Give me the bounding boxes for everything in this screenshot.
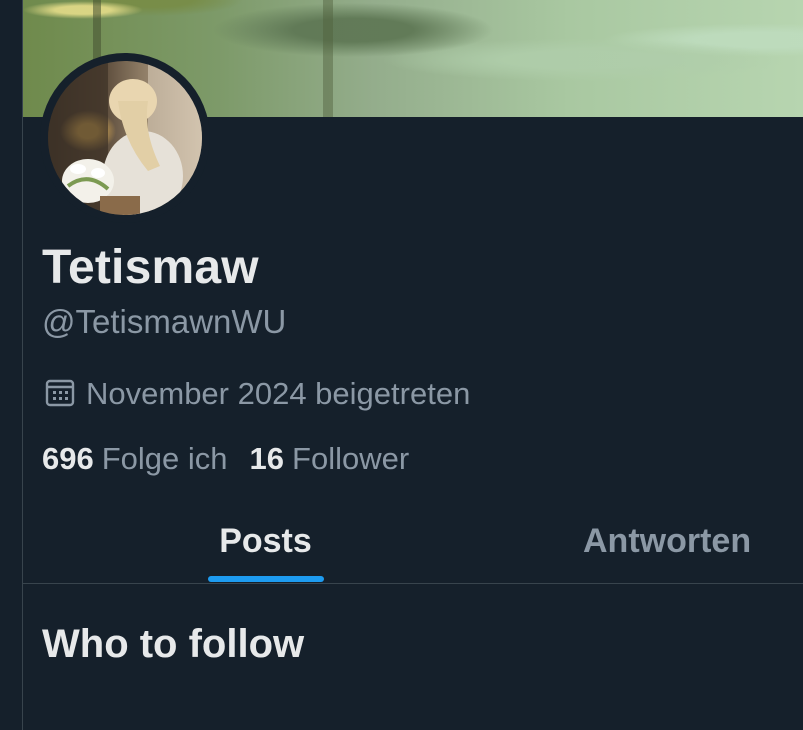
- calendar-icon: [44, 376, 76, 413]
- avatar[interactable]: [48, 61, 202, 215]
- following-count: 696: [42, 441, 94, 476]
- follow-stats: 696 Folge ich 16 Follower: [42, 438, 409, 480]
- tab-posts[interactable]: Posts: [23, 500, 508, 583]
- profile-page: Tetismaw @TetismawnWU November 2024 beig…: [0, 0, 803, 730]
- display-name: Tetismaw: [42, 241, 259, 294]
- left-column-divider: [0, 0, 23, 730]
- joined-date: November 2024 beigetreten: [44, 374, 470, 414]
- profile-tabs: Posts Antworten: [23, 500, 803, 584]
- user-handle: @TetismawnWU: [42, 303, 287, 340]
- followers-link[interactable]: 16 Follower: [250, 438, 410, 480]
- joined-text: November 2024 beigetreten: [86, 376, 471, 411]
- following-label: Folge ich: [101, 441, 228, 476]
- following-link[interactable]: 696 Folge ich: [42, 438, 228, 480]
- active-tab-indicator: [208, 576, 324, 582]
- followers-count: 16: [249, 441, 285, 476]
- tab-replies[interactable]: Antworten: [583, 500, 803, 583]
- who-to-follow-heading: Who to follow: [42, 622, 305, 666]
- followers-label: Follower: [292, 441, 410, 476]
